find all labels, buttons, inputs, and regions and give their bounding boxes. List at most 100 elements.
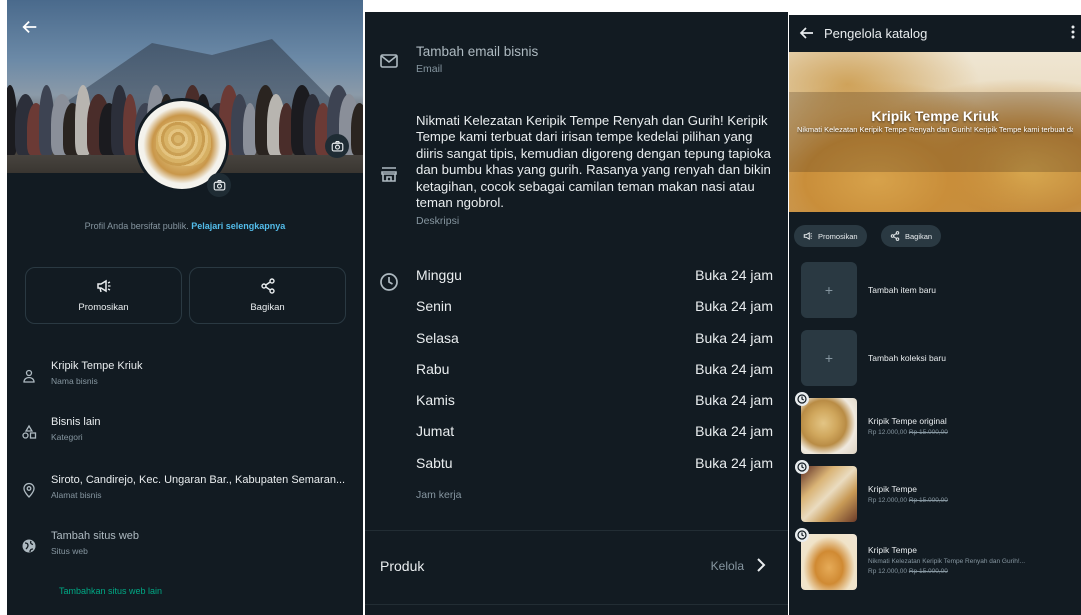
banner-description: Nikmati Kelezatan Keripik Tempe Renyah d…: [797, 125, 1073, 134]
catalog-banner[interactable]: Kripik Tempe Kriuk Nikmati Kelezatan Ker…: [789, 52, 1081, 212]
add-collection-label: Tambah koleksi baru: [868, 353, 946, 363]
hours-day: Rabu: [416, 360, 450, 377]
product-name: Kripik Tempe: [868, 484, 917, 494]
email-value: Tambah email bisnis: [416, 44, 539, 59]
store-person-icon: [23, 369, 35, 383]
hours-row: Kamis Buka 24 jam: [416, 392, 773, 423]
category-value: Bisnis lain: [51, 416, 101, 428]
hours-status: Buka 24 jam: [695, 423, 773, 440]
section-divider: [365, 604, 788, 605]
product-thumbnail: [801, 534, 857, 590]
product-name: Kripik Tempe original: [868, 416, 947, 426]
add-item-row[interactable]: + Tambah item baru: [801, 262, 1081, 318]
hours-row: Jumat Buka 24 jam: [416, 423, 773, 454]
more-options-icon[interactable]: [1071, 25, 1075, 39]
business-name-value: Kripik Tempe Kriuk: [51, 360, 143, 372]
price-current: Rp 12.000,00: [868, 429, 908, 436]
hours-day: Sabtu: [416, 454, 453, 471]
back-arrow-icon[interactable]: [21, 18, 41, 38]
description-value: Nikmati Kelezatan Keripik Tempe Renyah d…: [416, 113, 771, 211]
hours-row: Senin Buka 24 jam: [416, 298, 773, 329]
public-note-text: Profil Anda bersifat publik.: [84, 221, 189, 231]
megaphone-icon: [803, 231, 813, 241]
hours-day: Senin: [416, 298, 452, 315]
add-website-link[interactable]: Tambahkan situs web lain: [59, 586, 162, 596]
hours-day: Minggu: [416, 267, 462, 283]
category-label: Kategori: [51, 432, 83, 442]
plus-icon: +: [801, 330, 857, 386]
category-shapes-icon: [22, 424, 37, 439]
product-thumbnail: [801, 398, 857, 454]
mail-icon: [380, 54, 398, 68]
products-label: Produk: [380, 558, 425, 574]
product-price: Rp 12.000,00 Rp 15.000,00: [868, 429, 948, 436]
share-icon: [890, 231, 900, 241]
plus-icon: +: [801, 262, 857, 318]
pending-clock-icon: [795, 528, 809, 542]
catalog-title: Pengelola katalog: [824, 26, 928, 41]
description-label: Deskripsi: [416, 215, 460, 227]
business-hours-label: Jam kerja: [416, 489, 462, 501]
category-row[interactable]: Bisnis lain Kategori: [7, 416, 363, 456]
email-row[interactable]: Tambah email bisnis Email: [365, 12, 788, 92]
product-name: Kripik Tempe: [868, 545, 917, 555]
hours-day: Kamis: [416, 392, 455, 409]
address-value: Siroto, Candirejo, Kec. Ungaran Bar., Ka…: [51, 474, 346, 486]
address-label: Alamat bisnis: [51, 490, 102, 500]
promote-chip-label: Promosikan: [818, 231, 858, 241]
share-label: Bagikan: [250, 302, 285, 313]
website-label: Situs web: [51, 546, 88, 556]
share-chip-label: Bagikan: [905, 231, 933, 241]
chevron-right-icon[interactable]: [754, 557, 768, 573]
address-row[interactable]: Siroto, Candirejo, Kec. Ungaran Bar., Ka…: [7, 474, 363, 514]
add-collection-row[interactable]: + Tambah koleksi baru: [801, 330, 1081, 386]
share-chip[interactable]: Bagikan: [881, 225, 942, 247]
website-value: Tambah situs web: [51, 530, 140, 542]
product-thumbnail: [801, 466, 857, 522]
banner-title: Kripik Tempe Kriuk: [871, 108, 999, 124]
hours-row: Selasa Buka 24 jam: [416, 330, 773, 361]
add-item-label: Tambah item baru: [868, 285, 937, 295]
pending-clock-icon: [795, 460, 809, 474]
product-item[interactable]: Kripik Tempe original Rp 12.000,00 Rp 15…: [795, 392, 1081, 454]
business-profile-panel: Profil Anda bersifat publik. Pelajari se…: [7, 0, 363, 615]
share-button[interactable]: Bagikan: [189, 267, 346, 324]
share-icon: [260, 278, 275, 294]
catalog-manager-panel: Pengelola katalog Kripik Tempe Kriuk Nik…: [789, 15, 1081, 615]
price-original: Rp 15.000,00: [908, 497, 948, 504]
product-price: Rp 12.000,00 Rp 15.000,00: [868, 497, 948, 504]
cover-person-silhouette: [351, 103, 363, 155]
website-row[interactable]: Tambah situs web Situs web: [7, 530, 363, 570]
product-item[interactable]: Kripik Tempe Nikmati Kelezatan Keripik T…: [795, 528, 1081, 590]
price-original: Rp 15.000,00: [908, 429, 948, 436]
clock-icon: [380, 273, 398, 291]
hours-status: Buka 24 jam: [695, 329, 773, 346]
hours-day: Selasa: [416, 329, 459, 346]
hours-day: Jumat: [416, 423, 455, 440]
megaphone-icon: [96, 279, 110, 293]
public-profile-note: Profil Anda bersifat publik. Pelajari se…: [7, 221, 363, 231]
back-arrow-icon[interactable]: [799, 25, 815, 41]
promote-button[interactable]: Promosikan: [25, 267, 182, 324]
business-name-row[interactable]: Kripik Tempe Kriuk Nama bisnis: [7, 360, 363, 400]
product-description: Nikmati Kelezatan Keripik Tempe Renyah d…: [868, 558, 1026, 565]
location-pin-icon: [23, 482, 35, 498]
business-name-label: Nama bisnis: [51, 376, 98, 386]
hours-status: Buka 24 jam: [695, 392, 773, 409]
promote-label: Promosikan: [78, 302, 129, 313]
storefront-icon: [381, 167, 397, 182]
hours-row: Minggu Buka 24 jam: [416, 267, 773, 298]
catalog-header: Pengelola katalog: [789, 15, 1081, 52]
hours-status: Buka 24 jam: [695, 454, 773, 471]
business-hours-list[interactable]: Minggu Buka 24 jam Senin Buka 24 jam Selasa B…: [416, 267, 773, 486]
product-item[interactable]: Kripik Tempe Rp 12.000,00 Rp 15.000,00: [795, 460, 1081, 522]
email-label: Email: [416, 63, 443, 75]
learn-more-link[interactable]: Pelajari selengkapnya: [191, 221, 285, 231]
business-details-panel: Tambah email bisnis Email Nikmati Keleza…: [365, 12, 788, 615]
edit-avatar-camera-icon[interactable]: [207, 173, 231, 197]
promote-chip[interactable]: Promosikan: [794, 225, 867, 247]
manage-products-link[interactable]: Kelola: [711, 559, 744, 573]
edit-cover-camera-icon[interactable]: [325, 134, 349, 158]
hours-row: Rabu Buka 24 jam: [416, 361, 773, 392]
hours-status: Buka 24 jam: [695, 360, 773, 377]
